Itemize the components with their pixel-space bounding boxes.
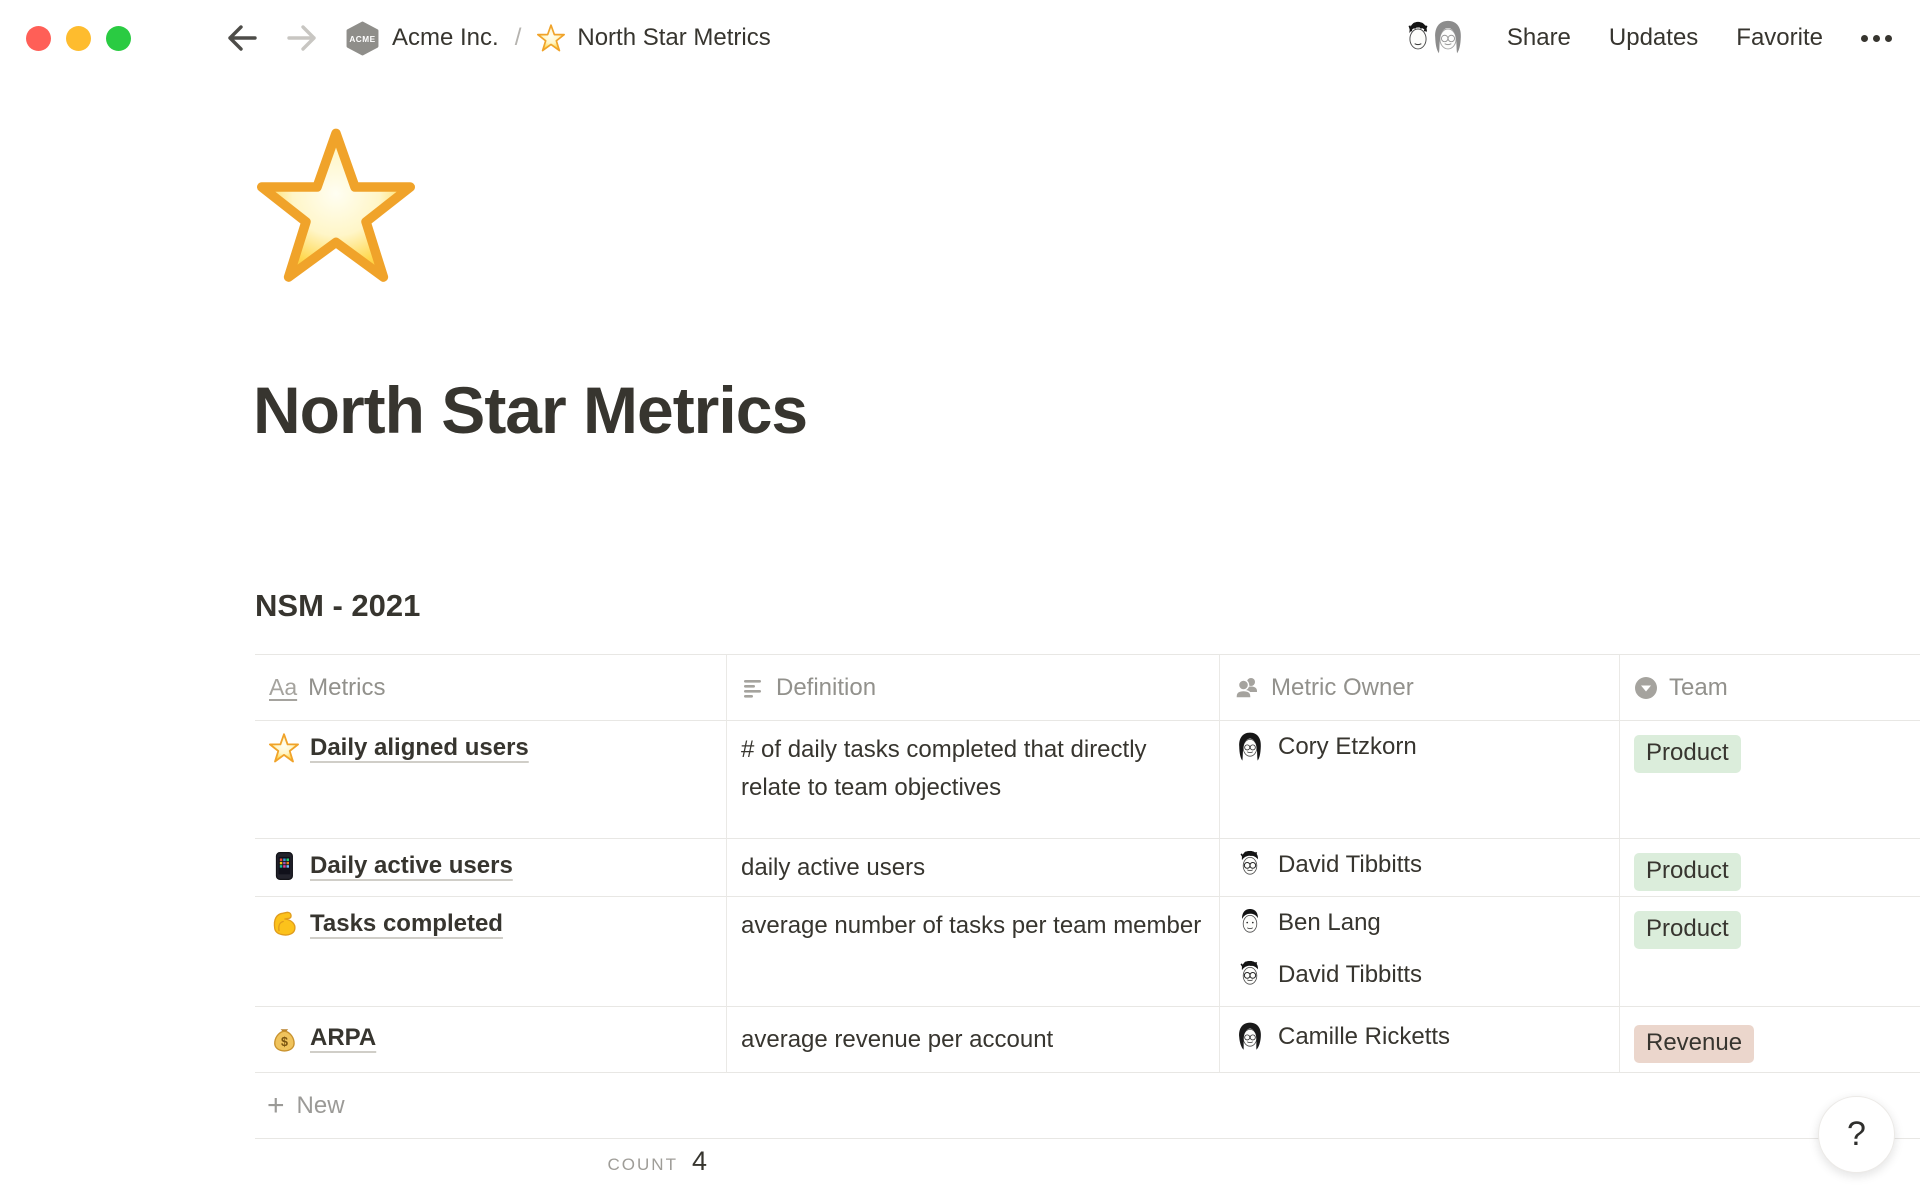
avatar-ben-lang xyxy=(1234,907,1266,939)
team-tag[interactable]: Revenue xyxy=(1634,1025,1754,1063)
definition-cell[interactable]: daily active users xyxy=(727,839,1220,897)
definition-cell[interactable]: average number of tasks per team member xyxy=(727,897,1220,1007)
star-icon xyxy=(537,24,565,52)
text-lines-icon xyxy=(741,676,765,700)
team-tag[interactable]: Product xyxy=(1634,853,1741,891)
forward-arrow-icon[interactable] xyxy=(285,23,319,53)
table-row-metric-arpa[interactable]: ARPA xyxy=(255,1007,727,1073)
sidebar-menu-icon[interactable] xyxy=(163,25,199,51)
avatar-camille-ricketts xyxy=(1234,1021,1266,1053)
updates-button[interactable]: Updates xyxy=(1609,24,1698,52)
breadcrumb-workspace[interactable]: Acme Inc. xyxy=(392,24,499,52)
owner-cell[interactable]: Camille Ricketts xyxy=(1220,1007,1620,1073)
column-header-metric-owner[interactable]: Metric Owner xyxy=(1220,655,1620,721)
owner-name: Ben Lang xyxy=(1278,907,1381,939)
money-bag-icon xyxy=(269,1023,299,1053)
share-button[interactable]: Share xyxy=(1507,24,1571,52)
team-cell[interactable]: Product xyxy=(1620,839,1920,897)
metric-link[interactable]: Daily active users xyxy=(310,849,513,883)
breadcrumb-separator: / xyxy=(515,24,522,52)
column-header-definition[interactable]: Definition xyxy=(727,655,1220,721)
column-header-team[interactable]: Team xyxy=(1620,655,1920,721)
metric-link[interactable]: ARPA xyxy=(310,1021,376,1055)
people-icon xyxy=(1234,675,1260,701)
metric-link[interactable]: Tasks completed xyxy=(310,907,503,941)
avatar-david-tibbitts xyxy=(1234,959,1266,991)
star-icon xyxy=(269,733,299,763)
owner-cell[interactable]: Ben Lang David Tibbitts xyxy=(1220,897,1620,1007)
select-dropdown-icon xyxy=(1634,676,1658,700)
definition-cell[interactable]: average revenue per account xyxy=(727,1007,1220,1073)
traffic-lights xyxy=(26,26,131,51)
team-cell[interactable]: Product xyxy=(1620,721,1920,839)
column-header-metrics[interactable]: Aa Metrics xyxy=(255,655,727,721)
presence-avatars[interactable] xyxy=(1397,17,1469,59)
mobile-phone-icon xyxy=(269,851,299,881)
window-titlebar: ACME Acme Inc. / North Star Metrics xyxy=(0,0,1920,76)
breadcrumb: ACME Acme Inc. / North Star Metrics xyxy=(345,21,771,56)
owner-name: David Tibbitts xyxy=(1278,959,1422,991)
title-icon: Aa xyxy=(269,674,297,701)
owner-name: David Tibbitts xyxy=(1278,849,1422,881)
avatar-cory-etzkorn xyxy=(1234,731,1266,763)
definition-cell[interactable]: # of daily tasks completed that directly… xyxy=(727,721,1220,839)
owner-name: Cory Etzkorn xyxy=(1278,731,1417,763)
flexed-biceps-icon xyxy=(269,909,299,939)
close-window-button[interactable] xyxy=(26,26,51,51)
database-section-title[interactable]: NSM - 2021 xyxy=(255,588,420,624)
metrics-table: Aa Metrics Definition Metric Owner xyxy=(255,654,1920,1139)
team-tag[interactable]: Product xyxy=(1634,911,1741,949)
count-label: COUNT xyxy=(608,1155,678,1175)
zoom-window-button[interactable] xyxy=(106,26,131,51)
owner-cell[interactable]: David Tibbitts xyxy=(1220,839,1620,897)
team-tag[interactable]: Product xyxy=(1634,735,1741,773)
table-row-metric-tasks-completed[interactable]: Tasks completed xyxy=(255,897,727,1007)
table-row-metric-daily-aligned-users[interactable]: Daily aligned users xyxy=(255,721,727,839)
question-mark-icon: ? xyxy=(1847,1115,1866,1154)
team-cell[interactable]: Revenue xyxy=(1620,1007,1920,1073)
back-arrow-icon[interactable] xyxy=(225,23,259,53)
owner-name: Camille Ricketts xyxy=(1278,1021,1450,1053)
favorite-button[interactable]: Favorite xyxy=(1736,24,1823,52)
page-icon-star[interactable] xyxy=(257,127,415,285)
svg-text:ACME: ACME xyxy=(349,35,375,44)
minimize-window-button[interactable] xyxy=(66,26,91,51)
breadcrumb-page[interactable]: North Star Metrics xyxy=(577,24,770,52)
avatar-david-tibbitts xyxy=(1234,849,1266,881)
help-button[interactable]: ? xyxy=(1818,1096,1895,1173)
page-title[interactable]: North Star Metrics xyxy=(253,372,807,448)
table-row-metric-daily-active-users[interactable]: Daily active users xyxy=(255,839,727,897)
avatar-woman-sketch[interactable] xyxy=(1427,17,1469,59)
workspace-logo-icon[interactable]: ACME xyxy=(345,21,380,56)
new-row-button[interactable]: + New xyxy=(255,1073,1920,1139)
plus-icon: + xyxy=(267,1093,285,1119)
metric-link[interactable]: Daily aligned users xyxy=(310,731,529,765)
column-calculation-count[interactable]: COUNT 4 xyxy=(255,1146,707,1177)
owner-cell[interactable]: Cory Etzkorn xyxy=(1220,721,1620,839)
team-cell[interactable]: Product xyxy=(1620,897,1920,1007)
count-value: 4 xyxy=(692,1146,707,1177)
more-options-icon[interactable] xyxy=(1861,35,1892,42)
